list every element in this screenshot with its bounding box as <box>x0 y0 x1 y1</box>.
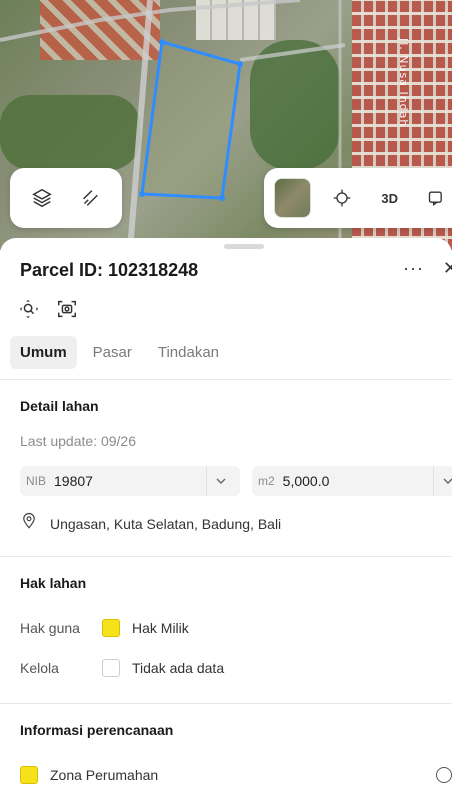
zone-row: Zona Perumahan <box>20 766 452 784</box>
parcel-boundary <box>140 40 242 200</box>
info-icon[interactable] <box>436 767 452 783</box>
hak-guna-value: Hak Milik <box>132 620 189 636</box>
hak-guna-label: Hak guna <box>20 620 80 636</box>
kelola-row: Kelola Tidak ada data <box>20 659 224 677</box>
location-pin-icon <box>20 512 38 535</box>
section-title-planning: Informasi perencanaan <box>20 722 174 738</box>
area-field[interactable]: m2 5,000.0 <box>252 466 452 496</box>
area-unit: m2 <box>258 474 275 488</box>
parcel-tools <box>18 298 78 320</box>
locate-crosshair-icon[interactable] <box>325 180 359 216</box>
tab-umum[interactable]: Umum <box>10 336 77 369</box>
compare-icon[interactable] <box>420 180 452 216</box>
divider <box>0 379 452 380</box>
kelola-value: Tidak ada data <box>132 660 225 676</box>
layers-icon[interactable] <box>24 180 60 216</box>
section-title-hak: Hak lahan <box>20 575 87 591</box>
legend-swatch <box>102 659 120 677</box>
address-row: Ungasan, Kuta Selatan, Badung, Bali <box>20 512 281 535</box>
section-title-detail: Detail lahan <box>20 398 99 414</box>
nib-unit: NIB <box>26 474 47 488</box>
map-view[interactable]: Jl. Nusa Indah 3D <box>0 0 452 250</box>
sheet-drag-handle[interactable] <box>224 244 264 249</box>
basemap-thumbnail[interactable] <box>274 178 312 218</box>
parcel-title: Parcel ID: 102318248 <box>20 259 199 280</box>
tab-bar: Umum Pasar Tindakan <box>10 336 229 369</box>
zone-label: Zona Perumahan <box>50 767 159 783</box>
hak-guna-row: Hak guna Hak Milik <box>20 619 189 637</box>
divider <box>0 556 452 557</box>
map-tools-group <box>10 168 122 228</box>
draw-tool-icon[interactable] <box>72 180 108 216</box>
legend-swatch <box>20 766 38 784</box>
tab-pasar[interactable]: Pasar <box>83 336 142 369</box>
area-value: 5,000.0 <box>282 473 330 489</box>
tab-tindakan[interactable]: Tindakan <box>148 336 229 369</box>
nib-value: 19807 <box>54 473 93 489</box>
map-view-controls: 3D <box>264 168 452 228</box>
zoom-to-parcel-icon[interactable] <box>18 298 40 320</box>
kelola-label: Kelola <box>20 660 59 676</box>
divider <box>0 703 452 704</box>
chevron-down-icon[interactable] <box>433 466 452 496</box>
close-button[interactable]: ✕ <box>443 258 452 279</box>
last-update-text: Last update: 09/26 <box>20 433 136 449</box>
parcel-header: Parcel ID: 102318248 ··· ✕ <box>20 258 452 282</box>
address-text: Ungasan, Kuta Selatan, Badung, Bali <box>50 515 282 532</box>
parcel-detail-sheet: Parcel ID: 102318248 ··· ✕ Umum Pasar Ti… <box>0 238 452 804</box>
view-3d-button[interactable]: 3D <box>373 180 407 216</box>
chevron-down-icon[interactable] <box>206 466 234 496</box>
legend-swatch <box>102 619 120 637</box>
nib-field[interactable]: NIB 19807 <box>20 466 240 496</box>
screenshot-icon[interactable] <box>56 298 78 320</box>
more-options-button[interactable]: ··· <box>403 258 424 279</box>
